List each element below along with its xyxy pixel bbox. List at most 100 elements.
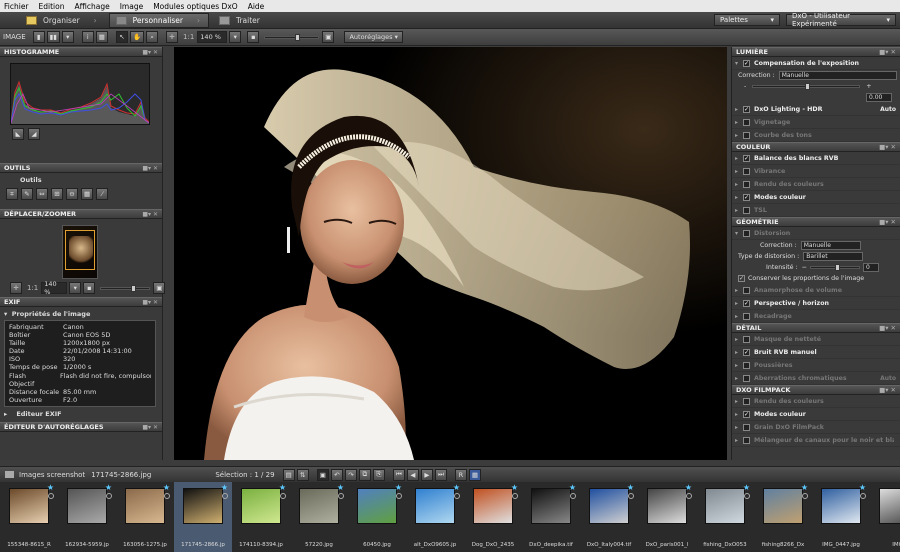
panel-menu-icon[interactable]: ■▾ ✕ (142, 299, 158, 306)
user-mode-dropdown[interactable]: DxO - Utilisateur Expérimenté ▾ (786, 12, 896, 28)
bruit-item[interactable]: ▸ ✓ Bruit RVB manuel (732, 346, 900, 359)
last-image-button[interactable]: ⏭ (434, 468, 447, 481)
raw-filter-button[interactable]: R (454, 468, 467, 481)
move-zoom-slider[interactable] (100, 284, 151, 292)
histogram-header[interactable]: HISTOGRAMME ■▾ ✕ (0, 47, 162, 57)
compare-split-button[interactable]: ▮▮ (46, 31, 60, 43)
ratio-label[interactable]: 1:1 (183, 33, 194, 41)
intensite-slider[interactable] (809, 264, 860, 271)
zoom-in-icon[interactable]: ▣ (153, 282, 166, 294)
filmstrip-thumbnail[interactable]: ★ fishing_DxO053 (696, 482, 754, 552)
compare-single-button[interactable]: ▮ (32, 31, 45, 43)
distorsion-item[interactable]: ▾ Distorsion (732, 227, 900, 240)
chevron-down-icon[interactable]: ▾ (229, 31, 242, 43)
tool-volume-icon[interactable]: ⊖ (66, 188, 78, 200)
panel-menu-icon[interactable]: ■▾ ✕ (142, 424, 158, 431)
rotate-left-button[interactable]: ↶ (330, 468, 343, 481)
anamorphose-item[interactable]: ▸ Anamorphose de volume (732, 284, 900, 297)
poussieres-checkbox[interactable] (743, 361, 750, 369)
intensite-value-field[interactable]: 0 (862, 263, 879, 272)
tools-header[interactable]: OUTILS ■▾ ✕ (0, 163, 162, 173)
filmstrip-thumbnail[interactable]: ★ alt_DxO9605.jp (406, 482, 464, 552)
menu-image[interactable]: Image (120, 2, 144, 11)
move-zoom-slider-knob[interactable] (131, 284, 137, 292)
exposure-correction-select[interactable]: Manuelle (778, 71, 897, 80)
fp-melangeur-checkbox[interactable] (743, 436, 750, 444)
fit-button[interactable]: ✛ (10, 282, 22, 294)
filmstrip-thumbnail[interactable]: ★ DxO_Italy004.tif (580, 482, 638, 552)
exif-properties-header[interactable]: ▾ Propriétés de l'image (0, 307, 162, 318)
exposure-minus[interactable]: - (744, 83, 746, 90)
grid-view-button[interactable]: ▦ (468, 468, 482, 481)
tool-horizon-icon[interactable]: ⇔ (36, 188, 48, 200)
tsl-item[interactable]: ▸ TSL (732, 204, 900, 217)
type-distorsion-select[interactable]: Barillet (803, 252, 864, 261)
fp-rendu-checkbox[interactable] (743, 397, 750, 405)
panel-menu-icon[interactable]: ■▾ ✕ (142, 49, 158, 56)
menu-modules-optiques[interactable]: Modules optiques DxO (153, 2, 237, 11)
couleur-header[interactable]: COULEUR ■▾ ✕ (732, 142, 900, 152)
info-button[interactable]: i (81, 31, 94, 43)
filmstrip-thumbnail[interactable]: ★ 155348-8615_R (0, 482, 58, 552)
pointer-tool-button[interactable]: ↖ (115, 31, 128, 43)
move-ratio-label[interactable]: 1:1 (27, 284, 38, 292)
filmstrip-thumbnail[interactable]: ★ 171745-2866.jp (174, 482, 232, 552)
tool-perspective-icon[interactable]: ⊞ (51, 188, 63, 200)
fp-rendu-item[interactable]: ▸ Rendu des couleurs (732, 395, 900, 408)
zoom-slider[interactable] (264, 33, 320, 41)
lighting-checkbox[interactable]: ✓ (743, 105, 750, 113)
save-button[interactable]: ▣ (316, 468, 329, 481)
first-image-button[interactable]: ⏮ (392, 468, 405, 481)
exposure-value-field[interactable]: 0.00 (866, 93, 892, 102)
filmstrip-thumbnail[interactable]: ★ IMG_0447.jpg (812, 482, 870, 552)
masque-checkbox[interactable] (743, 335, 750, 343)
filmstrip-thumbnail[interactable]: ★IMG_ (870, 482, 900, 552)
filter-button[interactable]: ▤ (282, 468, 295, 481)
zoom-out-icon[interactable]: ▪ (83, 282, 96, 294)
grid-button[interactable]: ▦ (95, 31, 108, 43)
filmstrip-thumbnail[interactable]: ★ DxO_paris001_l (638, 482, 696, 552)
menu-fichier[interactable]: Fichier (4, 2, 29, 11)
panel-menu-icon[interactable]: ■▾ ✕ (879, 324, 896, 332)
panel-menu-icon[interactable]: ■▾ ✕ (879, 143, 896, 151)
prev-image-button[interactable]: ◀ (406, 468, 419, 481)
intensite-minus[interactable]: − (802, 264, 807, 271)
filmstrip-thumbnail[interactable]: ★ DxO_deepika.tif (522, 482, 580, 552)
courbe-item[interactable]: ▸ Courbe des tons (732, 129, 900, 142)
panel-menu-icon[interactable]: ■▾ ✕ (879, 48, 896, 56)
tool-grid-icon[interactable]: ▦ (81, 188, 94, 200)
courbe-checkbox[interactable] (743, 131, 750, 139)
vignetage-checkbox[interactable] (743, 118, 750, 126)
navigator-thumbnail[interactable] (62, 225, 98, 279)
chevron-down-icon[interactable]: ▾ (69, 282, 82, 294)
vignetage-item[interactable]: ▸ Vignetage (732, 116, 900, 129)
panel-menu-icon[interactable]: ■▾ ✕ (142, 211, 158, 218)
modes-checkbox[interactable]: ✓ (743, 193, 750, 201)
menu-affichage[interactable]: Affichage (74, 2, 109, 11)
zoom-tool-button[interactable]: ⌕ (146, 31, 159, 43)
sort-button[interactable]: ⇅ (296, 468, 309, 481)
masque-item[interactable]: ▸ Masque de netteté (732, 333, 900, 346)
filmpack-header[interactable]: DXO FILMPACK ■▾ ✕ (732, 385, 900, 395)
exposure-slider-knob[interactable] (805, 83, 811, 90)
aberrations-item[interactable]: ▸ Aberrations chromatiques Auto (732, 372, 900, 385)
filmstrip-thumbnail[interactable]: ★ 162934-5959.jp (58, 482, 116, 552)
anamorphose-checkbox[interactable] (743, 286, 750, 294)
aberrations-checkbox[interactable] (743, 374, 750, 382)
image-viewer[interactable] (174, 47, 727, 460)
filmstrip-thumbnail[interactable]: ★ 57220.jpg (290, 482, 348, 552)
rotate-right-button[interactable]: ↷ (344, 468, 357, 481)
modes-item[interactable]: ▸ ✓ Modes couleur (732, 191, 900, 204)
rendu-checkbox[interactable] (743, 180, 750, 188)
poussieres-item[interactable]: ▸ Poussières (732, 359, 900, 372)
distorsion-checkbox[interactable] (743, 229, 750, 237)
lumiere-header[interactable]: LUMIÈRE ■▾ ✕ (732, 47, 900, 57)
conserver-row[interactable]: ✓ Conserver les proportions de l'image (732, 273, 900, 284)
geometrie-header[interactable]: GÉOMÉTRIE ■▾ ✕ (732, 217, 900, 227)
intensite-slider-knob[interactable] (834, 264, 840, 271)
copy-button[interactable]: ⧉ (358, 468, 371, 481)
tool-pipette-icon[interactable]: ✎ (21, 188, 33, 200)
filmstrip-thumbnail[interactable]: ★ 60450.jpg (348, 482, 406, 552)
move-zoom-field[interactable]: 140 % (41, 280, 68, 296)
bruit-checkbox[interactable]: ✓ (743, 348, 750, 356)
